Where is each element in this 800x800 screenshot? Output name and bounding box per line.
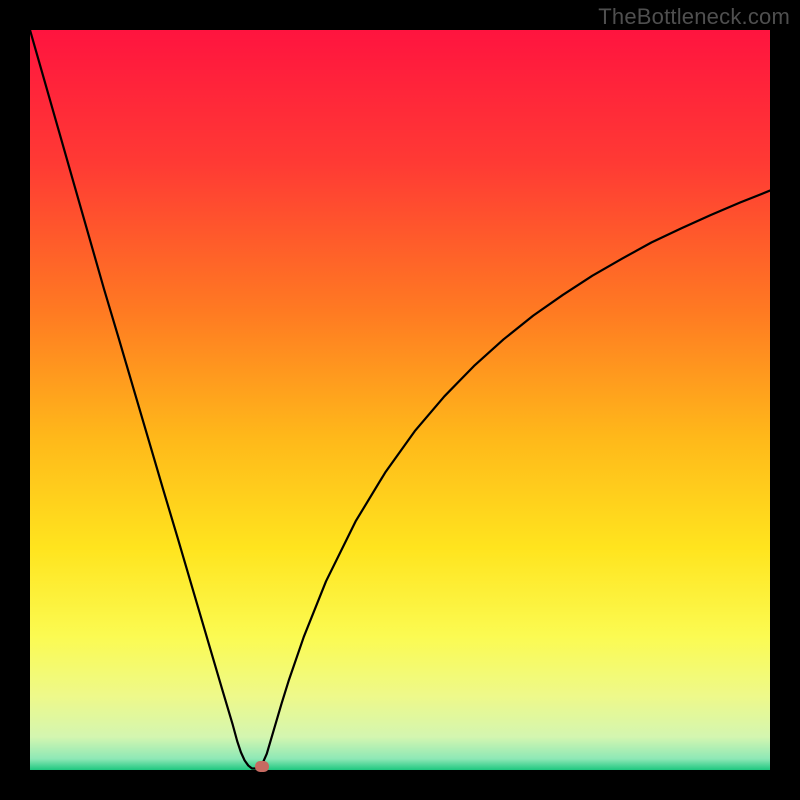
chart-frame: TheBottleneck.com — [0, 0, 800, 800]
attribution-text: TheBottleneck.com — [598, 4, 790, 30]
bottleneck-curve — [30, 30, 770, 769]
curve-layer — [30, 30, 770, 770]
plot-area — [30, 30, 770, 770]
minimum-marker — [255, 761, 269, 772]
